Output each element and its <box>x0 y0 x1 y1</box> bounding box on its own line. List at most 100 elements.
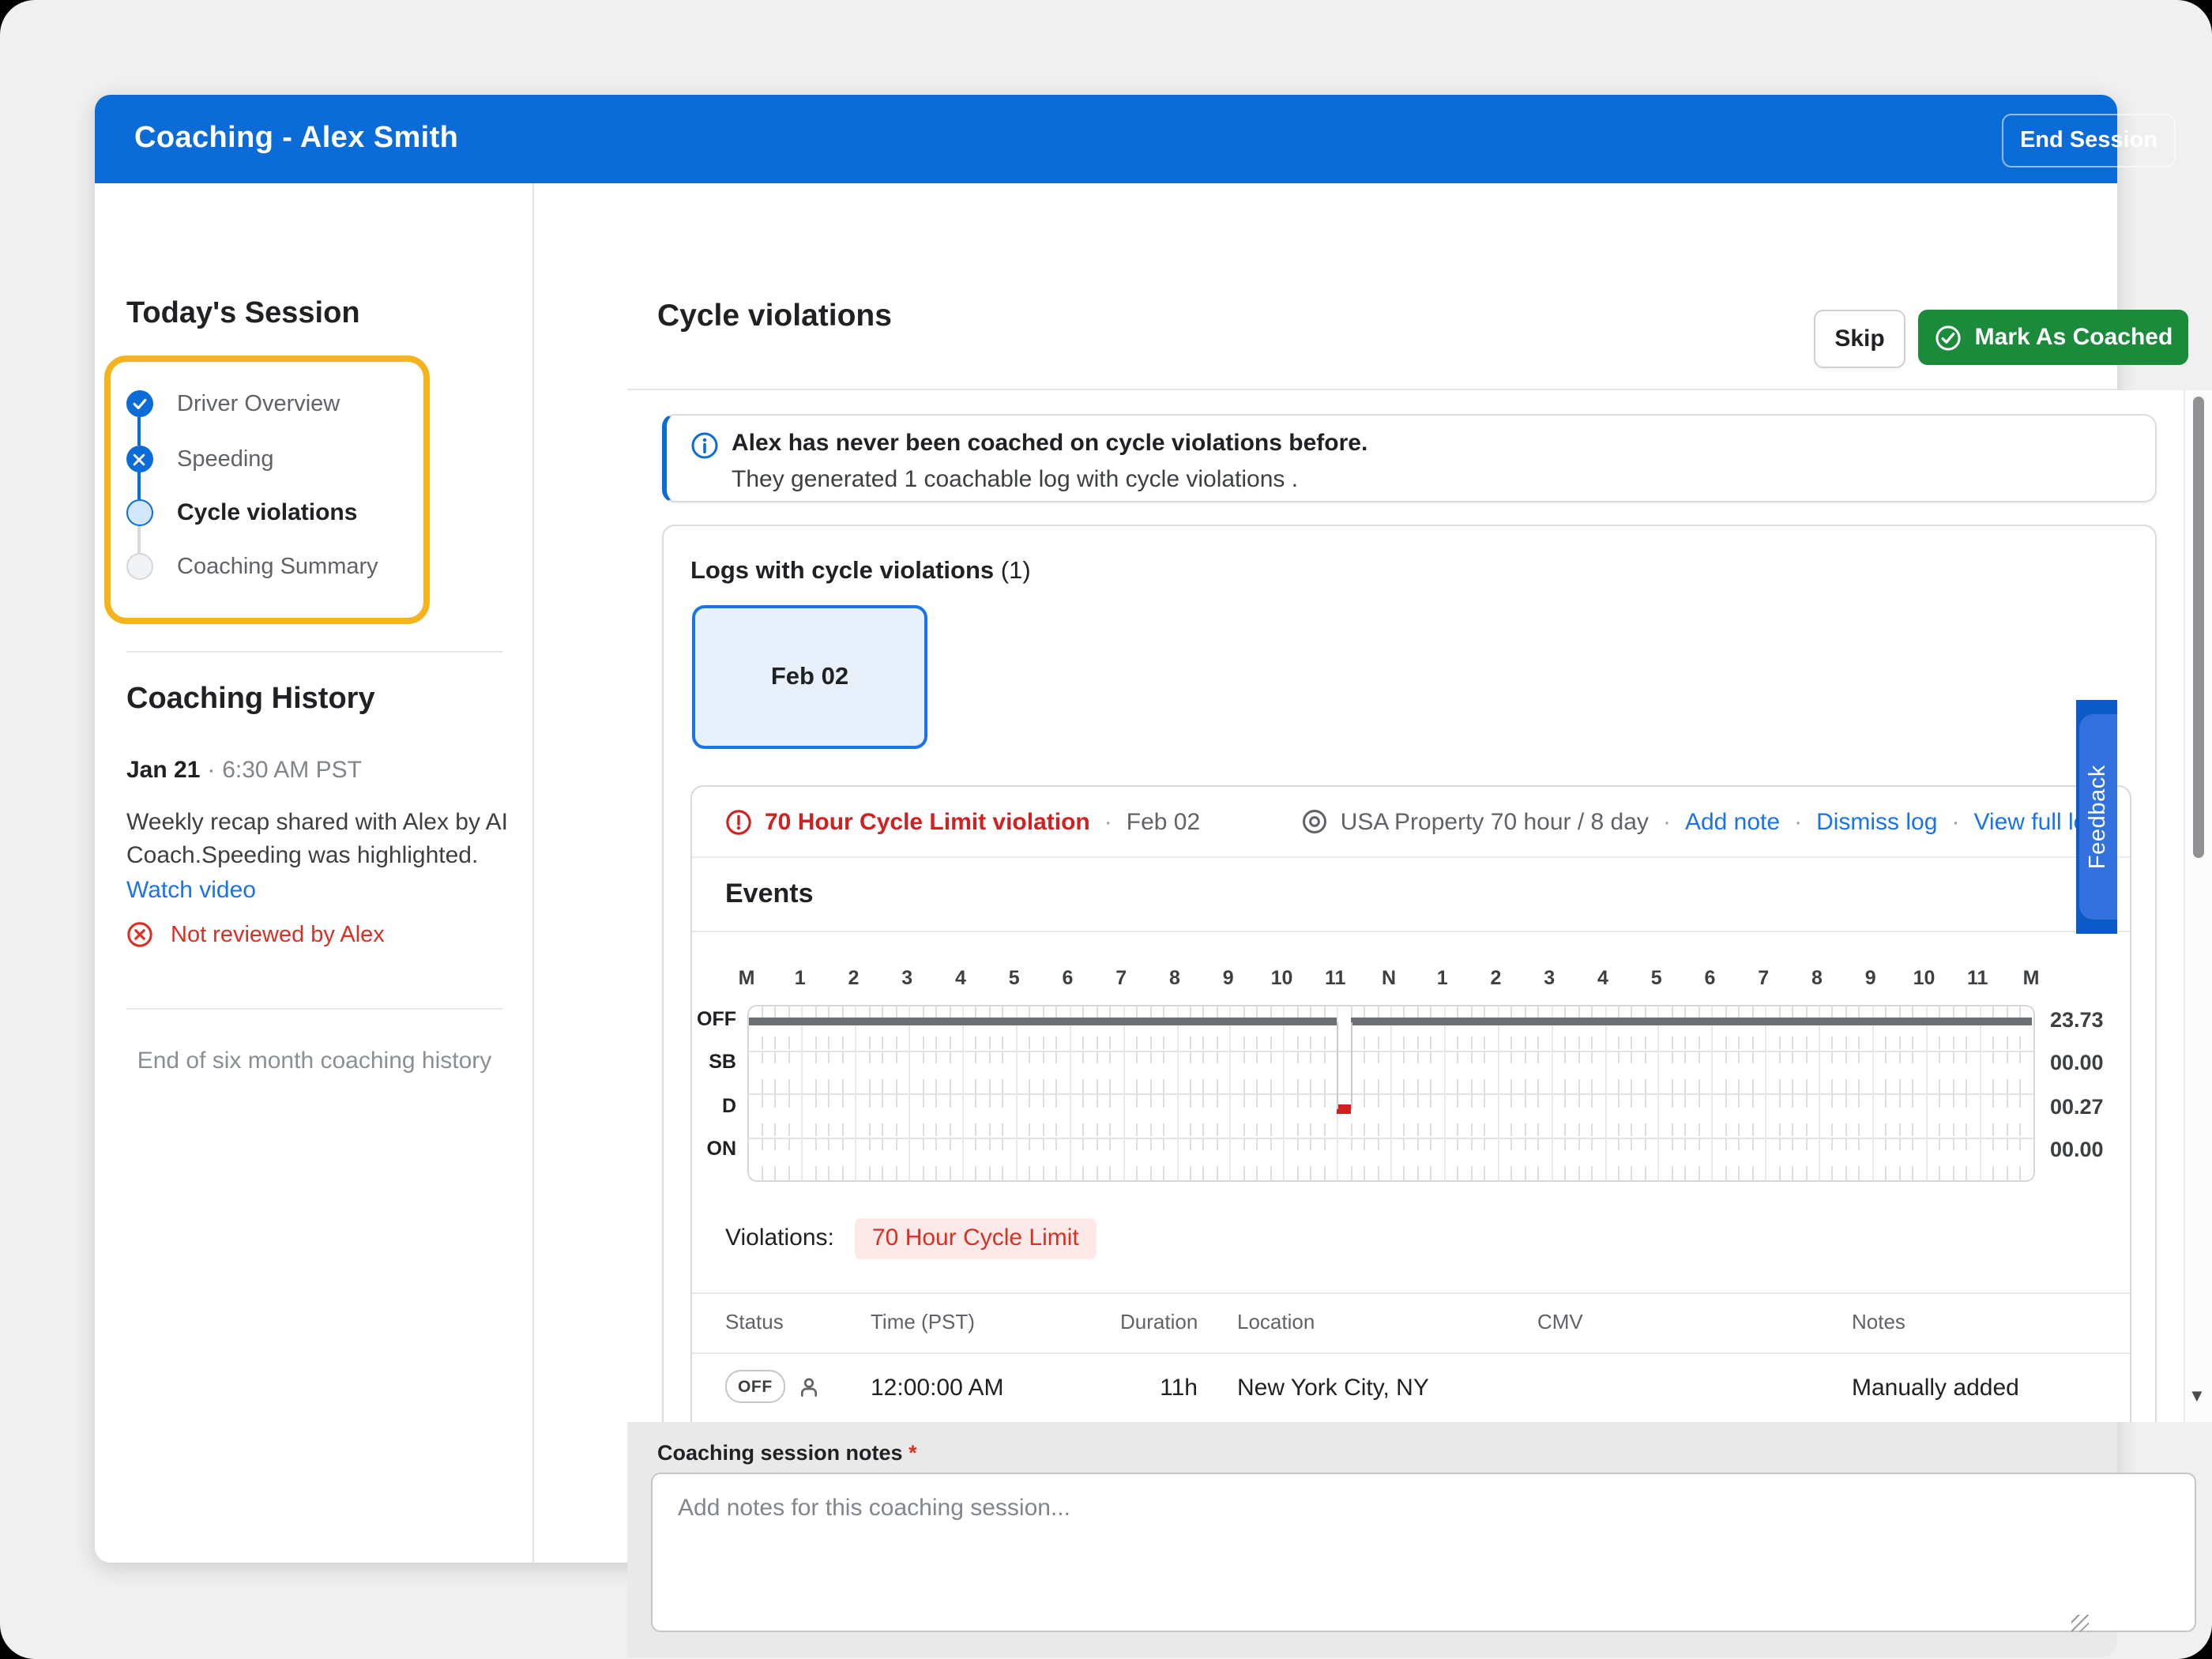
quarter-tick <box>1430 1093 1432 1108</box>
feedback-tab[interactable]: Feedback <box>2076 700 2117 934</box>
quarter-tick <box>1243 1036 1245 1050</box>
quarter-tick <box>1323 1166 1326 1180</box>
hour-label: 7 <box>1758 967 1770 989</box>
quarter-tick <box>1243 1123 1245 1137</box>
quarter-tick <box>1939 1137 1941 1151</box>
quarter-tick <box>975 1036 977 1050</box>
mark-as-coached-label: Mark As Coached <box>1974 324 2173 351</box>
hour-label: 8 <box>1811 967 1823 989</box>
hour-label: 4 <box>1597 967 1608 989</box>
quarter-tick <box>1738 1036 1740 1050</box>
quarter-tick <box>868 1137 871 1151</box>
quarter-tick <box>1698 1079 1700 1093</box>
quarter-tick <box>1082 1166 1085 1180</box>
watch-video-link[interactable]: Watch video <box>126 874 525 907</box>
quarter-tick <box>935 1166 938 1180</box>
sidebar-step-speeding[interactable]: Speeding <box>177 447 274 472</box>
quarter-tick <box>1149 1050 1152 1064</box>
quarter-tick <box>1591 1093 1593 1108</box>
quarter-tick <box>1136 1137 1138 1151</box>
quarter-tick <box>949 1050 951 1064</box>
hour-label: N <box>1381 967 1397 989</box>
quarter-tick <box>1430 1166 1432 1180</box>
quarter-tick <box>1109 1137 1112 1151</box>
ruleset-target-icon <box>1303 810 1327 833</box>
quarter-tick <box>1323 1137 1326 1151</box>
skip-button[interactable]: Skip <box>1814 310 1905 368</box>
dismiss-log-link[interactable]: Dismiss log <box>1816 808 1937 835</box>
quarter-tick <box>1992 1093 1995 1108</box>
sidebar-step-cycle-violations[interactable]: Cycle violations <box>177 499 357 526</box>
quarter-tick <box>1136 1079 1138 1093</box>
quarter-tick <box>1364 1079 1366 1093</box>
x-icon <box>133 453 145 465</box>
ruleset-label: USA Property 70 hour / 8 day <box>1340 808 1649 835</box>
quarter-tick <box>1778 1093 1781 1108</box>
duty-row-label: D <box>721 1094 736 1117</box>
quarter-tick <box>1216 1093 1218 1108</box>
quarter-tick <box>988 1079 991 1093</box>
driver-person-icon <box>800 1377 817 1396</box>
quarter-tick <box>1671 1093 1673 1108</box>
violation-title: 70 Hour Cycle Limit violation <box>765 808 1090 835</box>
quarter-tick <box>2019 1050 2022 1064</box>
quarter-tick <box>1055 1123 1058 1137</box>
table-row-location: New York City, NY <box>1237 1375 1429 1401</box>
dot-separator: · <box>1104 808 1112 835</box>
quarter-tick <box>1792 1036 1794 1050</box>
log-date-tile[interactable]: Feb 02 <box>692 605 927 749</box>
quarter-tick <box>1310 1166 1312 1180</box>
quarter-tick <box>1002 1093 1004 1108</box>
quarter-tick <box>1270 1137 1272 1151</box>
quarter-tick <box>1323 1079 1326 1093</box>
quarter-tick <box>1564 1079 1567 1093</box>
quarter-tick <box>1457 1123 1459 1137</box>
quarter-tick <box>1510 1036 1513 1050</box>
quarter-tick <box>1952 1093 1954 1108</box>
sidebar-step-driver-overview[interactable]: Driver Overview <box>177 392 340 417</box>
quarter-tick <box>1096 1137 1098 1151</box>
quarter-tick <box>1898 1166 1901 1180</box>
quarter-tick <box>1885 1093 1887 1108</box>
quarter-tick <box>1537 1079 1540 1093</box>
quarter-tick <box>788 1093 790 1108</box>
quarter-tick <box>1898 1137 1901 1151</box>
quarter-tick <box>1002 1137 1004 1151</box>
scrollbar-thumb[interactable] <box>2193 397 2204 858</box>
quarter-tick <box>1002 1050 1004 1064</box>
quarter-tick <box>1457 1079 1459 1093</box>
end-session-button[interactable]: End Session <box>2002 114 2176 167</box>
quarter-tick <box>2006 1079 2008 1093</box>
quarter-tick <box>1858 1137 1860 1151</box>
step-upcoming-icon <box>126 553 152 580</box>
duty-row-total: 00.00 <box>2050 1138 2104 1162</box>
quarter-tick <box>1845 1166 1847 1180</box>
quarter-tick <box>1751 1166 1754 1180</box>
quarter-tick <box>1055 1079 1058 1093</box>
scrollbar-down-arrow[interactable]: ▼ <box>2188 1387 2206 1406</box>
feedback-tab-inner: Feedback <box>2079 714 2117 920</box>
quarter-tick <box>1992 1137 1995 1151</box>
quarter-tick <box>868 1123 871 1137</box>
quarter-tick <box>841 1093 844 1108</box>
alert-circle-icon <box>726 809 751 834</box>
textarea-resize-handle[interactable] <box>2071 1615 2089 1632</box>
quarter-tick <box>1082 1137 1085 1151</box>
quarter-tick <box>828 1137 830 1151</box>
quarter-tick <box>1684 1036 1687 1050</box>
check-icon <box>132 398 146 410</box>
quarter-tick <box>1470 1137 1473 1151</box>
mark-as-coached-button[interactable]: Mark As Coached <box>1918 310 2188 365</box>
quarter-tick <box>1631 1036 1633 1050</box>
quarter-tick <box>988 1050 991 1064</box>
session-notes-input[interactable] <box>651 1473 2196 1632</box>
quarter-tick <box>1792 1093 1794 1108</box>
quarter-tick <box>1055 1036 1058 1050</box>
sidebar-step-coaching-summary[interactable]: Coaching Summary <box>177 555 378 580</box>
quarter-tick <box>761 1123 763 1137</box>
add-note-link[interactable]: Add note <box>1685 808 1780 835</box>
row-separator <box>748 1093 2033 1095</box>
duty-segment <box>1351 1018 2033 1025</box>
quarter-tick <box>1189 1123 1191 1137</box>
quarter-tick <box>1564 1123 1567 1137</box>
